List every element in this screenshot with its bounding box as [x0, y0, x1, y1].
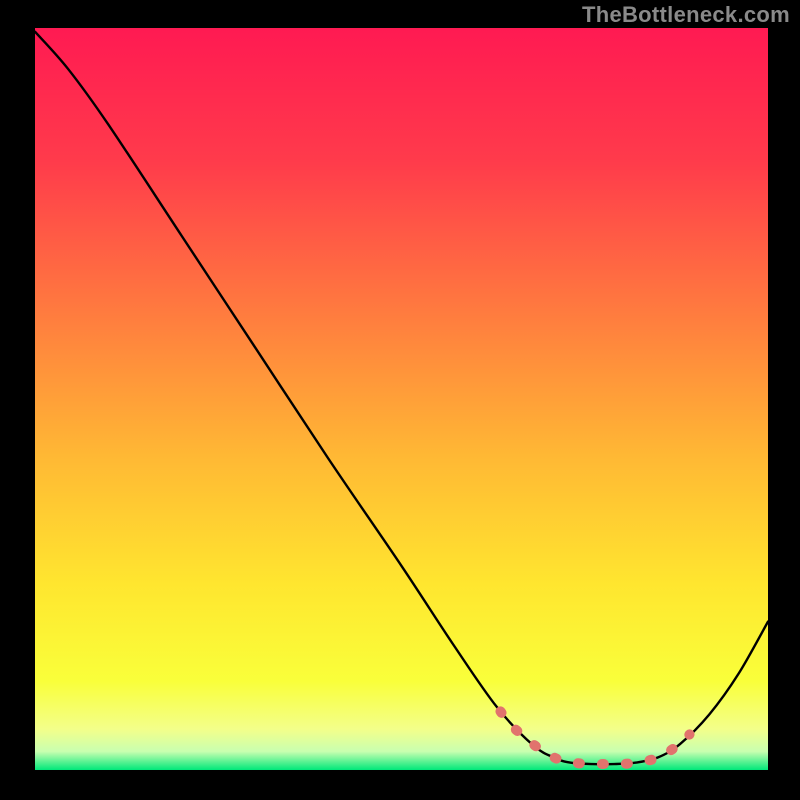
chart-canvas [0, 0, 800, 800]
watermark-text: TheBottleneck.com [582, 2, 790, 28]
plot-background [35, 28, 768, 770]
stage: TheBottleneck.com [0, 0, 800, 800]
